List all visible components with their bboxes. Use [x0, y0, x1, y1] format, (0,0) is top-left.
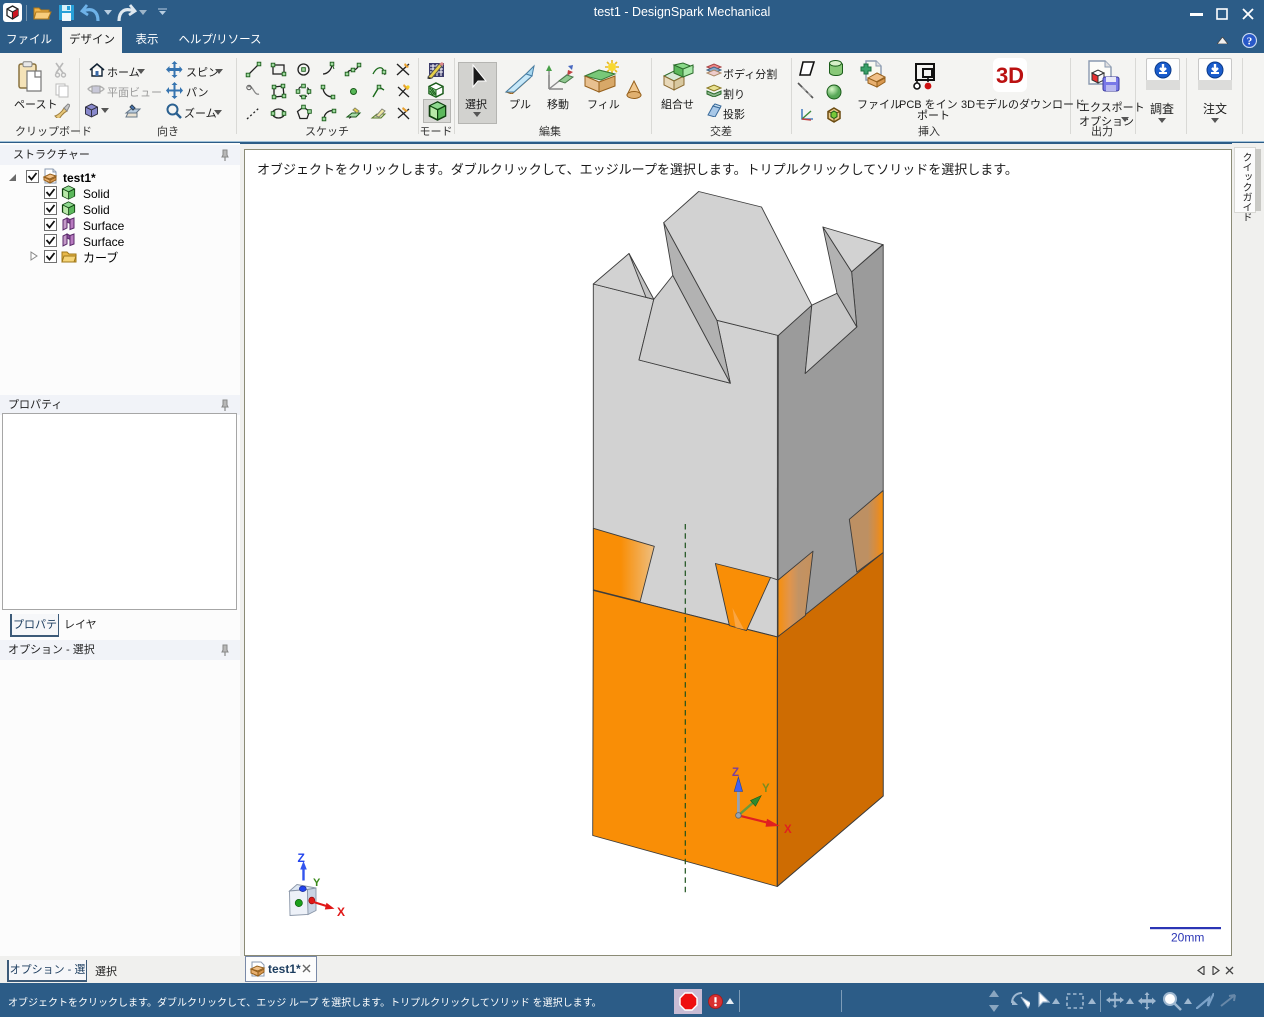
svg-text:?: ?: [1247, 36, 1253, 48]
svg-text:20mm: 20mm: [1171, 931, 1204, 945]
svg-text:3D: 3D: [996, 63, 1024, 88]
svg-text:Y: Y: [313, 877, 321, 889]
svg-text:Z: Z: [732, 767, 739, 779]
svg-text:X: X: [337, 905, 345, 919]
svg-text:Z: Z: [298, 851, 305, 865]
svg-text:X: X: [784, 824, 792, 836]
svg-text:Y: Y: [762, 783, 770, 795]
